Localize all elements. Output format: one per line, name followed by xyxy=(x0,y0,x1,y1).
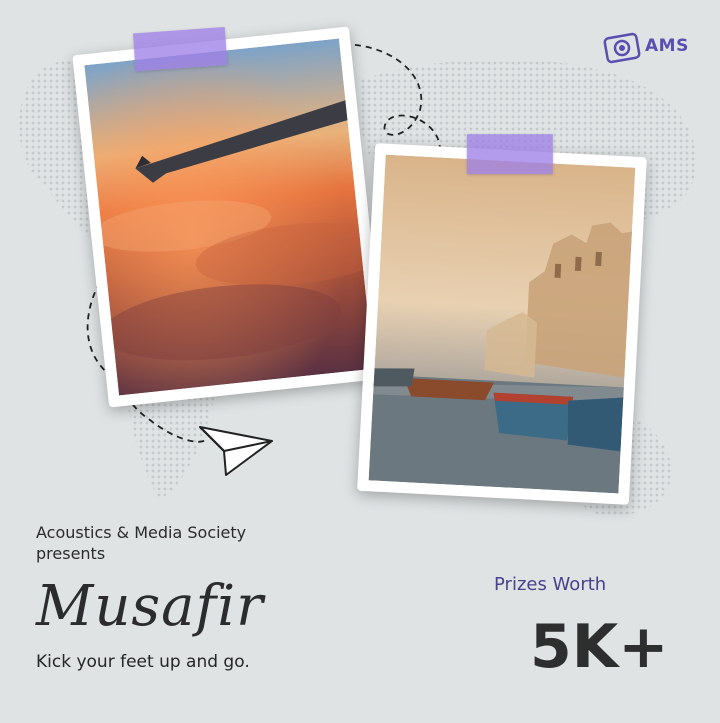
tagline: Kick your feet up and go. xyxy=(36,652,250,672)
tape-strip xyxy=(132,27,228,72)
poster: AMS Acoustics & Media Society presents M… xyxy=(0,0,720,723)
airplane-wing-image xyxy=(84,38,374,396)
camera-icon xyxy=(603,32,641,64)
tape-strip xyxy=(466,134,553,175)
event-title: Musafir xyxy=(36,574,264,639)
photo-airplane-wing xyxy=(72,26,386,408)
prize-value: 5K+ xyxy=(530,612,669,682)
presenter-text: Acoustics & Media Society presents xyxy=(36,523,247,563)
logo-text: AMS xyxy=(645,36,689,56)
prize-label: Prizes Worth xyxy=(494,574,607,595)
photo-river-boats xyxy=(357,134,647,505)
ams-logo: AMS xyxy=(602,26,694,72)
river-ghats-image xyxy=(368,154,636,494)
